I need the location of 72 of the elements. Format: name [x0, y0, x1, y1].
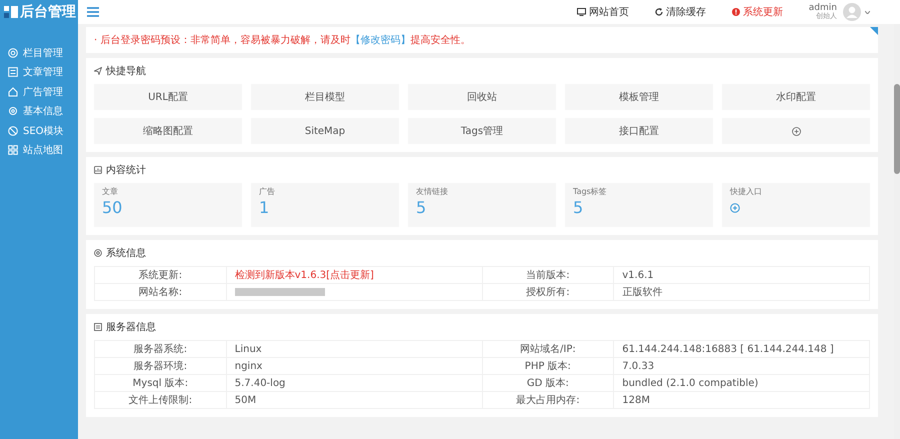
- table-cell: bundled (2.1.0 compatible): [614, 374, 870, 392]
- table-cell: 网站名称:: [94, 284, 226, 300]
- table-cell: 网站域名/IP:: [482, 340, 614, 358]
- nav-gear-icon: [8, 106, 18, 116]
- stat-label: 文章: [102, 186, 119, 197]
- alert-icon: [732, 8, 740, 16]
- avatar-icon[interactable]: [843, 3, 861, 21]
- stat-value: 50: [102, 200, 124, 216]
- shortcut-button[interactable]: SiteMap: [251, 118, 399, 144]
- shortcut-button[interactable]: URL配置: [94, 84, 242, 110]
- table-cell: 当前版本:: [482, 266, 614, 284]
- corner-flag-icon: [870, 27, 878, 35]
- table-cell: 服务器环境:: [94, 358, 226, 374]
- logo-icon: [4, 6, 18, 18]
- table-cell: PHP 版本:: [482, 358, 614, 374]
- table-cell: 正版软件: [614, 284, 870, 300]
- send-icon: [94, 67, 102, 75]
- gear-icon: [94, 249, 102, 257]
- shortcut-button[interactable]: 水印配置: [722, 84, 870, 110]
- password-warning: · 后台登录密码预设：非常简单，容易被暴力破解，请及时【修改密码】提高安全性。: [94, 34, 472, 47]
- table-cell: 50M: [226, 392, 482, 408]
- shortcut-button[interactable]: 栏目模型: [251, 84, 399, 110]
- add-icon[interactable]: [730, 203, 740, 213]
- table-cell: 授权所有:: [482, 284, 614, 300]
- table-cell: GD 版本:: [482, 374, 614, 392]
- nav-target-icon: [8, 48, 18, 58]
- nav-house-icon: [8, 86, 18, 97]
- table-cell: 文件上传限制:: [94, 392, 226, 408]
- table-cell: 7.0.33: [614, 358, 870, 374]
- table-cell: Mysql 版本:: [94, 374, 226, 392]
- monitor-icon: [576, 8, 586, 16]
- table-cell: 系统更新:: [94, 266, 226, 284]
- stat-label: 友情链接: [416, 186, 449, 197]
- shortcut-button[interactable]: 模板管理: [565, 84, 713, 110]
- table-cell: 128M: [614, 392, 870, 408]
- stat-label: 快捷入口: [730, 186, 763, 197]
- shortcut-button[interactable]: 缩略图配置: [94, 118, 242, 144]
- table-cell: 5.7.40-log: [226, 374, 482, 392]
- stat-value: 5: [416, 200, 428, 216]
- caret-icon[interactable]: [865, 10, 870, 14]
- panel-title: 系统信息: [106, 246, 146, 260]
- user-name: admin: [808, 4, 837, 13]
- logo-text: 后台管理: [20, 3, 76, 21]
- shortcut-button[interactable]: Tags管理: [408, 118, 556, 144]
- update-link[interactable]: 系统更新: [732, 5, 783, 19]
- stat-label: 广告: [259, 186, 276, 197]
- panel-title: 内容统计: [106, 164, 146, 177]
- table-cell: 61.144.244.148:16883 [ 61.144.244.148 ]: [614, 340, 870, 358]
- table-cell: 检测到新版本v1.6.3[点击更新]: [226, 266, 482, 284]
- nav-grid-icon: [8, 145, 18, 156]
- panel-title: 快捷导航: [106, 64, 146, 78]
- header-link[interactable]: 清除缓存: [654, 5, 706, 19]
- table-cell: 最大占用内存:: [482, 392, 614, 408]
- table-cell: Linux: [226, 340, 482, 358]
- shortcut-button[interactable]: 回收站: [408, 84, 556, 110]
- panel-title: 服务器信息: [106, 320, 156, 334]
- add-icon: [792, 126, 800, 136]
- stat-label: Tags标签: [573, 186, 608, 197]
- list-icon: [94, 323, 102, 331]
- refresh-icon: [654, 8, 663, 16]
- stat-value: 1: [259, 200, 270, 216]
- nav-ban-icon: [8, 126, 18, 136]
- stat-value: 5: [573, 200, 584, 216]
- table-cell: nginx: [226, 358, 482, 374]
- scrollbar-thumb[interactable]: [894, 84, 900, 174]
- table-cell: 服务器系统:: [94, 340, 226, 358]
- table-cell: v1.6.1: [614, 266, 870, 284]
- menu-icon[interactable]: [87, 7, 99, 17]
- header-link[interactable]: 网站首页: [576, 5, 629, 19]
- nav-list-icon: [8, 67, 18, 78]
- chart-icon: [94, 166, 102, 174]
- shortcut-button[interactable]: 接口配置: [565, 118, 713, 144]
